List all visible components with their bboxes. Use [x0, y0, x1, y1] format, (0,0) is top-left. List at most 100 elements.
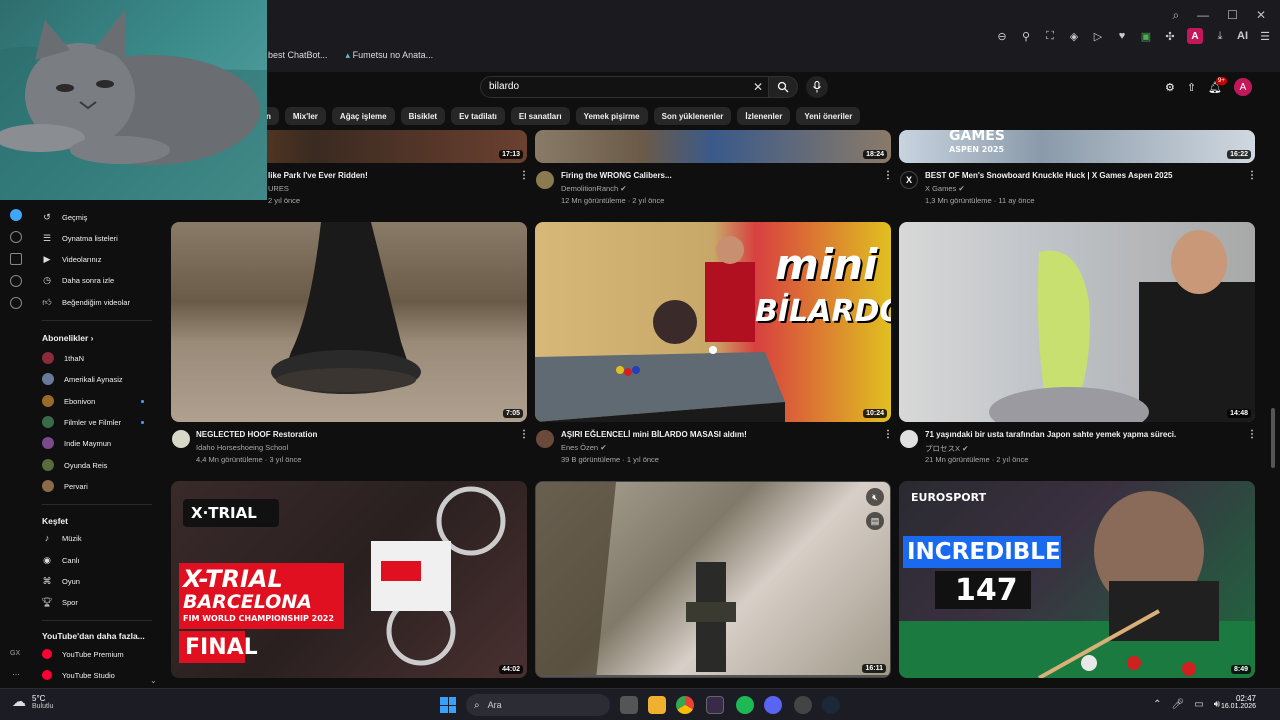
chevron-down-icon[interactable]: ⌄: [150, 676, 157, 685]
sidebar-item-sports[interactable]: 🏆︎ Spor: [41, 594, 78, 610]
channel-avatar[interactable]: X: [900, 171, 918, 189]
sidebar-item-studio[interactable]: YouTube Studio: [42, 667, 115, 683]
sidebar-item-playlists[interactable]: ☰ Oynatma listeleri: [42, 230, 118, 246]
upload-icon[interactable]: ⇧: [1187, 81, 1196, 94]
channel-name[interactable]: Idaho Horseshoeing School: [196, 443, 288, 452]
captions-icon[interactable]: ▤: [866, 512, 884, 530]
volume-icon[interactable]: 🔊︎: [1214, 699, 1220, 710]
extension-icon[interactable]: ▣: [1139, 29, 1153, 43]
video-title[interactable]: AŞIRI EĞLENCELİ mini BİLARDO MASASI aldı…: [561, 430, 747, 439]
profile-avatar[interactable]: A: [1187, 28, 1203, 44]
chip[interactable]: Yemek pişirme: [575, 107, 648, 125]
heart-icon[interactable]: ♥: [1115, 29, 1129, 43]
maximize-icon[interactable]: ☐: [1227, 8, 1238, 23]
bookmark-icon[interactable]: ⚲: [1019, 29, 1033, 43]
sidebar-item-subscription[interactable]: Indie Maymun: [42, 435, 111, 451]
screenshot-icon[interactable]: ⛶: [1043, 29, 1057, 43]
chip[interactable]: El sanatları: [510, 107, 570, 125]
rail-download-icon[interactable]: [10, 253, 22, 265]
account-avatar[interactable]: A: [1234, 78, 1252, 96]
microphone-icon[interactable]: 🎤︎: [1172, 699, 1185, 710]
puzzle-icon[interactable]: ✣: [1163, 29, 1177, 43]
close-icon[interactable]: ✕: [1256, 8, 1266, 23]
chip[interactable]: İzlenenler: [737, 107, 791, 125]
steam-icon[interactable]: [822, 696, 840, 714]
rail-home-icon[interactable]: [10, 209, 22, 221]
chip[interactable]: Ev tadilatı: [451, 107, 505, 125]
opera-gx-icon[interactable]: [706, 696, 724, 714]
search-icon[interactable]: ⌕: [1172, 8, 1179, 23]
sidebar-item-liked[interactable]: 👍︎ Beğendiğim videolar: [42, 294, 130, 310]
clear-icon[interactable]: ✕: [753, 80, 763, 94]
video-thumbnail[interactable]: X·TRIAL X-TRIAL BARCELONA FIM WORLD CHAM…: [171, 481, 527, 678]
spotify-icon[interactable]: [736, 696, 754, 714]
more-options-icon[interactable]: ⋮: [1247, 170, 1257, 181]
mute-icon[interactable]: 🔇︎: [866, 488, 884, 506]
channel-name[interactable]: URES: [268, 184, 289, 193]
search-input[interactable]: bilardo ✕: [480, 76, 770, 98]
sidebar-item-subscription[interactable]: Amerikali Aynasiz: [42, 371, 123, 387]
channel-avatar[interactable]: [900, 430, 918, 448]
more-options-icon[interactable]: ⋮: [1247, 429, 1257, 440]
sidebar-item-music[interactable]: ♪ Müzik: [42, 530, 82, 546]
discord-icon[interactable]: [764, 696, 782, 714]
rail-history-icon[interactable]: [10, 231, 22, 243]
video-thumbnail[interactable]: 7:05: [171, 222, 527, 422]
sidebar-item-history[interactable]: ↺ Geçmiş: [42, 209, 87, 225]
notifications-button[interactable]: 🔔︎ 9+: [1208, 76, 1227, 94]
more-options-icon[interactable]: ⋮: [883, 429, 893, 440]
channel-name[interactable]: Enes Özen ✔: [561, 443, 607, 452]
menu-icon[interactable]: ☰: [1258, 29, 1272, 43]
search-button[interactable]: [768, 76, 798, 98]
start-button[interactable]: [440, 697, 456, 713]
minimize-icon[interactable]: —: [1197, 8, 1209, 23]
sidebar-item-subscription[interactable]: 1thaN: [42, 350, 84, 366]
chrome-icon[interactable]: [676, 696, 694, 714]
channel-avatar[interactable]: [536, 171, 554, 189]
bookmark-item[interactable]: best ChatBot...: [268, 50, 328, 61]
sidebar-item-live[interactable]: ◉ Canlı: [42, 552, 79, 568]
network-icon[interactable]: ▭: [1194, 699, 1203, 710]
video-thumbnail[interactable]: EUROSPORT INCREDIBLE 147 8:49: [899, 481, 1255, 678]
sidebar-item-subscription[interactable]: Pervari: [42, 478, 88, 494]
task-view-icon[interactable]: [620, 696, 638, 714]
clock[interactable]: 02:47 16.01.2026: [1221, 694, 1256, 710]
sidebar-item-subscription[interactable]: Oyunda Reis: [42, 457, 107, 473]
create-icon[interactable]: ⚙: [1165, 81, 1175, 94]
download-icon[interactable]: ⤓: [1213, 29, 1227, 43]
page-scrollbar[interactable]: [1269, 72, 1277, 688]
video-thumbnail[interactable]: 18:24: [535, 130, 891, 163]
cat-video-overlay[interactable]: [0, 0, 267, 200]
app-icon[interactable]: [794, 696, 812, 714]
channel-avatar[interactable]: [536, 430, 554, 448]
video-title[interactable]: Firing the WRONG Calibers...: [561, 171, 672, 180]
chip[interactable]: Yeni öneriler: [796, 107, 861, 125]
rail-settings-icon[interactable]: [10, 297, 22, 309]
rail-explore-icon[interactable]: [10, 275, 22, 287]
bookmark-item[interactable]: ▴ Fumetsu no Anata...: [346, 50, 434, 61]
sidebar-item-premium[interactable]: YouTube Premium: [42, 646, 124, 662]
shield-icon[interactable]: ◈: [1067, 29, 1081, 43]
channel-name[interactable]: プロセスX ✔: [925, 443, 968, 454]
video-thumbnail[interactable]: 14:48: [899, 222, 1255, 422]
video-title[interactable]: like Park I've Ever Ridden!: [268, 171, 368, 180]
ai-button[interactable]: AI: [1237, 30, 1248, 42]
voice-search-button[interactable]: [806, 76, 828, 98]
video-title[interactable]: 71 yaşındaki bir usta tarafından Japon s…: [925, 430, 1176, 439]
sidebar-item-subscription[interactable]: Filmler ve Filmler: [42, 414, 152, 430]
video-preview-playing[interactable]: 🔇︎ ▤ 16:11: [535, 481, 891, 678]
chip[interactable]: Ağaç işleme: [331, 107, 395, 125]
play-icon[interactable]: ▷: [1091, 29, 1105, 43]
preview-progress-bar[interactable]: [536, 675, 890, 677]
channel-name[interactable]: DemolitionRanch ✔: [561, 184, 627, 193]
chip[interactable]: Bisiklet: [400, 107, 446, 125]
video-title[interactable]: BEST OF Men's Snowboard Knuckle Huck | X…: [925, 171, 1172, 180]
more-options-icon[interactable]: ⋮: [519, 429, 529, 440]
channel-name[interactable]: X Games ✔: [925, 184, 965, 193]
video-title[interactable]: NEGLECTED HOOF Restoration: [196, 430, 317, 439]
chip[interactable]: Mix'ler: [284, 107, 326, 125]
sidebar-item-watch-later[interactable]: ◷ Daha sonra izle: [42, 272, 114, 288]
zoom-icon[interactable]: ⊖: [995, 29, 1009, 43]
more-options-icon[interactable]: ⋮: [883, 170, 893, 181]
video-thumbnail[interactable]: GAMES ASPEN 2025 16:22: [899, 130, 1255, 163]
